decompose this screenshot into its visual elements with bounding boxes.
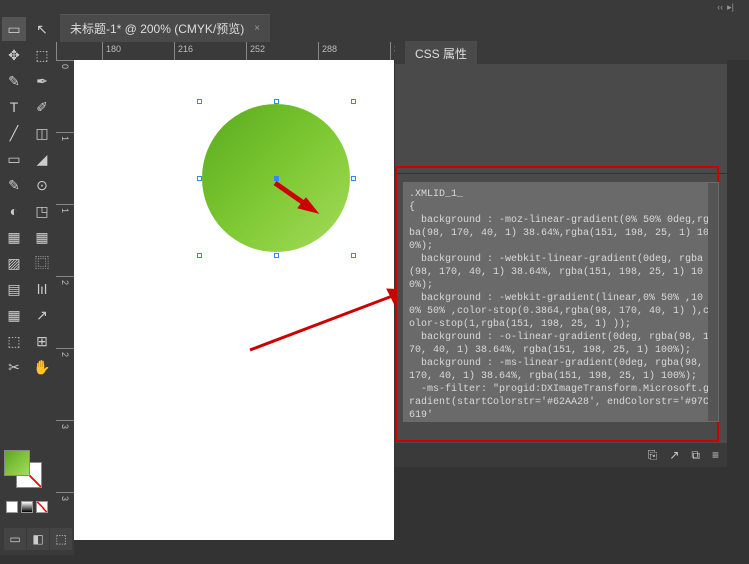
mode-none-icon[interactable] xyxy=(36,501,48,513)
handle-bot-left[interactable] xyxy=(197,253,202,258)
handle-top-mid[interactable] xyxy=(274,99,279,104)
screen-mode-1-icon[interactable]: ▭ xyxy=(4,528,26,550)
document-tab[interactable]: 未标题-1* @ 200% (CMYK/预览) × xyxy=(60,14,270,42)
dock-icon[interactable]: ▸| xyxy=(727,2,734,13)
css-code-output[interactable]: .XMLID_1_ { background : -moz-linear-gra… xyxy=(403,182,719,422)
tool-button[interactable]: ✒ xyxy=(30,69,54,93)
export-icon[interactable]: ↗ xyxy=(669,448,679,462)
handle-top-left[interactable] xyxy=(197,99,202,104)
tool-button[interactable]: ◳ xyxy=(30,199,54,223)
document-tab-bar: 未标题-1* @ 200% (CMYK/预览) × xyxy=(0,14,749,42)
handle-top-right[interactable] xyxy=(351,99,356,104)
tool-button[interactable]: ▭ xyxy=(2,17,26,41)
tool-button[interactable]: ◫ xyxy=(30,121,54,145)
handle-mid-right[interactable] xyxy=(351,176,356,181)
tool-button[interactable]: lıl xyxy=(30,277,54,301)
tool-button[interactable]: T xyxy=(2,95,26,119)
tool-button[interactable]: ◐ xyxy=(2,199,26,223)
tool-button[interactable]: ⬚ xyxy=(2,329,26,353)
tool-button[interactable]: ▦ xyxy=(2,225,26,249)
window-controls: ‹‹ ▸| xyxy=(0,0,749,14)
handle-bot-mid[interactable] xyxy=(274,253,279,258)
tool-button[interactable]: ▨ xyxy=(2,251,26,275)
close-icon[interactable]: × xyxy=(254,23,260,34)
collapse-icon[interactable]: ‹‹ xyxy=(717,2,723,12)
panel-preview-area xyxy=(395,64,727,174)
tool-button[interactable]: ⊙ xyxy=(30,173,54,197)
panel-header: CSS 属性 xyxy=(395,42,727,64)
tool-button[interactable]: ▦ xyxy=(30,225,54,249)
tool-button[interactable]: ╱ xyxy=(2,121,26,145)
tool-button[interactable]: ✂ xyxy=(2,355,26,379)
annotation-arrow-icon xyxy=(270,178,320,218)
fill-stroke-swatch[interactable] xyxy=(4,450,44,490)
handle-bot-right[interactable] xyxy=(351,253,356,258)
annotation-arrow-icon xyxy=(245,285,415,355)
tool-button[interactable]: ✐ xyxy=(30,95,54,119)
panel-footer: ⎘ ↗ ⧉ ≡ xyxy=(395,443,727,467)
mode-normal-icon[interactable] xyxy=(6,501,18,513)
screen-mode-2-icon[interactable]: ◧ xyxy=(27,528,49,550)
mode-gradient-icon[interactable] xyxy=(21,501,33,513)
menu-icon[interactable]: ≡ xyxy=(712,448,719,462)
panel-tab[interactable]: CSS 属性 xyxy=(405,41,477,66)
tab-title: 未标题-1* @ 200% (CMYK/预览) xyxy=(70,20,244,37)
tool-button[interactable]: ↗ xyxy=(30,303,54,327)
css-properties-panel: CSS 属性 .XMLID_1_ { background : -moz-lin… xyxy=(395,42,727,467)
tool-button[interactable]: ⿴ xyxy=(30,251,54,275)
tool-button[interactable]: ↖ xyxy=(30,17,54,41)
screen-mode-3-icon[interactable]: ⬚ xyxy=(50,528,72,550)
tool-button[interactable]: ✎ xyxy=(2,69,26,93)
vertical-ruler: 0 1 1 2 2 3 3 xyxy=(56,60,74,555)
tool-button[interactable]: ✋ xyxy=(30,355,54,379)
tool-button[interactable]: ✥ xyxy=(2,43,26,67)
handle-mid-left[interactable] xyxy=(197,176,202,181)
tool-button[interactable]: ▤ xyxy=(2,277,26,301)
tool-button[interactable]: ⊞ xyxy=(30,329,54,353)
color-mode-toggles xyxy=(6,501,48,513)
fill-swatch[interactable] xyxy=(4,450,30,476)
tool-button[interactable]: ◢ xyxy=(30,147,54,171)
panel-code-wrap: .XMLID_1_ { background : -moz-linear-gra… xyxy=(395,174,727,430)
tool-button[interactable]: ✎ xyxy=(2,173,26,197)
options-icon[interactable]: ⧉ xyxy=(691,448,700,463)
screen-mode-buttons: ▭ ◧ ⬚ xyxy=(4,528,72,550)
tool-button[interactable]: ⬚ xyxy=(30,43,54,67)
tool-button[interactable]: ▦ xyxy=(2,303,26,327)
tool-button[interactable]: ▭ xyxy=(2,147,26,171)
copy-icon[interactable]: ⎘ xyxy=(648,448,658,463)
